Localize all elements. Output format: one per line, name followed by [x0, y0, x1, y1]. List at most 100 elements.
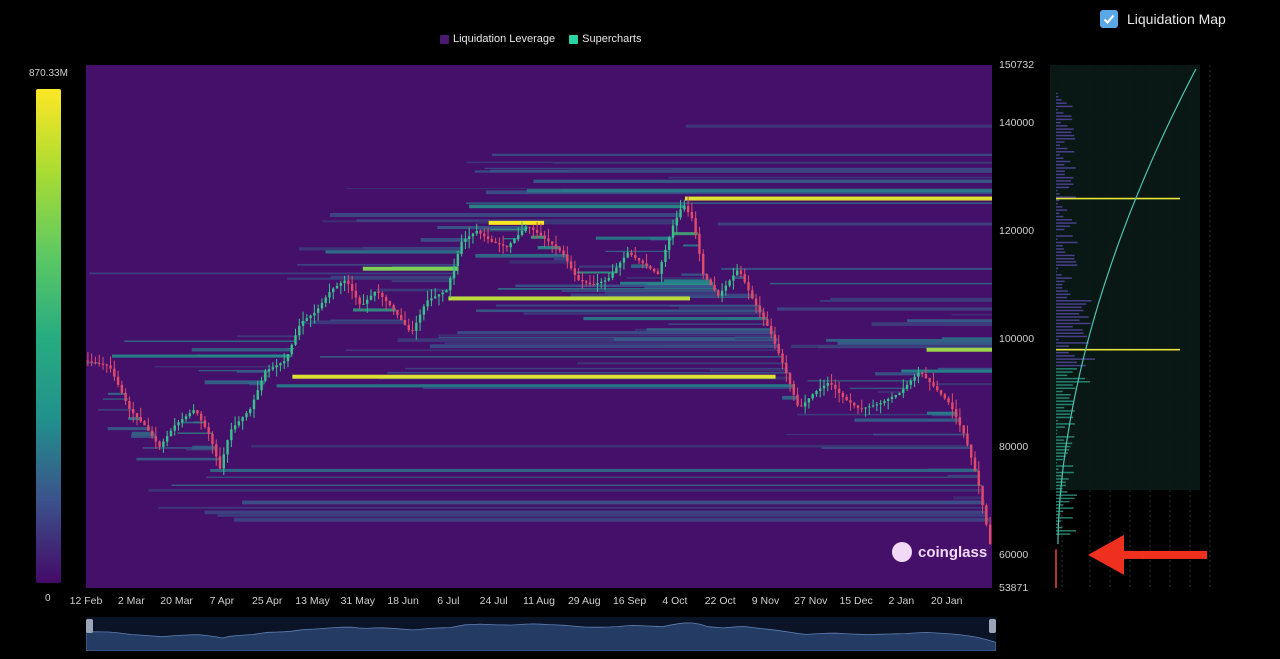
profile-bar	[1056, 394, 1071, 396]
profile-bar	[1056, 167, 1076, 169]
candle	[494, 241, 497, 244]
candle	[271, 367, 275, 370]
liquidation-band	[492, 153, 992, 156]
profile-bar	[1056, 105, 1073, 108]
profile-bar	[1056, 452, 1068, 454]
liquidation-band	[345, 349, 781, 351]
candle	[754, 298, 758, 306]
candle	[928, 378, 931, 383]
profile-bar	[1056, 530, 1076, 532]
candle	[800, 405, 803, 407]
profile-bar	[1056, 131, 1072, 134]
profile-bar	[1056, 144, 1061, 147]
candle	[415, 322, 418, 331]
profile-bar	[1056, 494, 1077, 496]
candle	[822, 385, 826, 389]
liquidation-band	[192, 445, 218, 450]
liquidation-band	[782, 395, 798, 400]
candle	[977, 470, 980, 486]
candle	[199, 413, 203, 421]
liquidation-band	[943, 322, 992, 324]
candle	[245, 413, 248, 418]
candle	[796, 394, 799, 406]
profile-bar	[1056, 199, 1060, 202]
candle	[343, 280, 346, 284]
candle	[758, 305, 762, 313]
candle	[301, 320, 305, 326]
candle	[834, 384, 837, 389]
candle	[354, 290, 358, 298]
candle	[264, 371, 267, 381]
liquidation-band	[825, 338, 992, 342]
candle	[596, 283, 599, 285]
candle	[690, 212, 694, 219]
candle	[773, 334, 777, 344]
liquidation-band	[204, 380, 266, 385]
x-tick-label: 25 Apr	[252, 595, 283, 607]
colorbar-max-label: 870.33M	[29, 68, 68, 79]
checkbox-checked-icon[interactable]	[1100, 10, 1118, 28]
profile-bar	[1056, 241, 1078, 244]
liquidation-band	[429, 344, 780, 349]
candle	[966, 433, 969, 445]
bright-liquidation-level	[684, 196, 992, 201]
liquidation-band	[509, 260, 570, 264]
bright-liquidation-level	[362, 266, 459, 271]
time-navigator[interactable]	[86, 617, 996, 651]
liquidation-band	[422, 387, 796, 389]
liquidation-band	[469, 204, 686, 209]
liquidation-map-toggle[interactable]: Liquidation Map	[1100, 10, 1226, 28]
candle	[875, 404, 879, 406]
candle	[426, 300, 429, 307]
candle	[433, 296, 437, 299]
liquidation-band	[953, 496, 984, 500]
candle	[437, 294, 441, 297]
candle	[879, 403, 882, 405]
arrow-shaft	[1142, 550, 1207, 559]
legend-supercharts[interactable]: Supercharts	[569, 33, 641, 45]
liquidation-band	[177, 432, 213, 434]
profile-bar	[1056, 332, 1084, 334]
liquidation-band	[97, 408, 134, 411]
candle	[332, 288, 335, 293]
profile-bar	[1056, 141, 1065, 143]
profile-bar	[1056, 170, 1065, 172]
candle	[554, 244, 558, 248]
liquidation-band	[107, 427, 151, 431]
liquidation-heatmap[interactable]	[86, 65, 992, 588]
candle	[664, 249, 667, 262]
arrow-shaft-join	[1122, 550, 1144, 559]
candle	[958, 417, 962, 426]
liquidation-band	[210, 468, 978, 473]
y-tick-label: 120000	[999, 224, 1035, 237]
liquidation-band	[734, 276, 745, 280]
candle	[158, 441, 161, 447]
liquidation-band	[391, 279, 453, 283]
liquidation-band	[128, 417, 141, 421]
profile-bar	[1056, 338, 1059, 341]
candle	[275, 365, 278, 368]
profile-bar	[1056, 445, 1071, 448]
candle	[98, 362, 101, 364]
candle	[309, 315, 312, 319]
liquidation-band	[466, 161, 992, 164]
candle	[162, 441, 165, 447]
candle	[743, 274, 746, 283]
candle	[366, 299, 369, 304]
liquidation-band	[578, 265, 620, 268]
candle	[377, 291, 380, 294]
profile-bar	[1056, 374, 1068, 377]
x-tick-label: 11 Aug	[523, 595, 555, 607]
liquidation-band	[907, 319, 992, 323]
coinglass-watermark: coinglass	[892, 542, 987, 562]
legend-liquidation-leverage[interactable]: Liquidation Leverage	[440, 33, 555, 45]
candle	[792, 383, 796, 395]
profile-bar	[1056, 432, 1057, 435]
profile-bar	[1056, 206, 1063, 208]
candle	[490, 239, 494, 242]
candle	[407, 325, 410, 331]
candle	[532, 227, 535, 231]
candle	[898, 392, 901, 395]
profile-bar	[1056, 400, 1074, 402]
candle	[826, 383, 829, 386]
